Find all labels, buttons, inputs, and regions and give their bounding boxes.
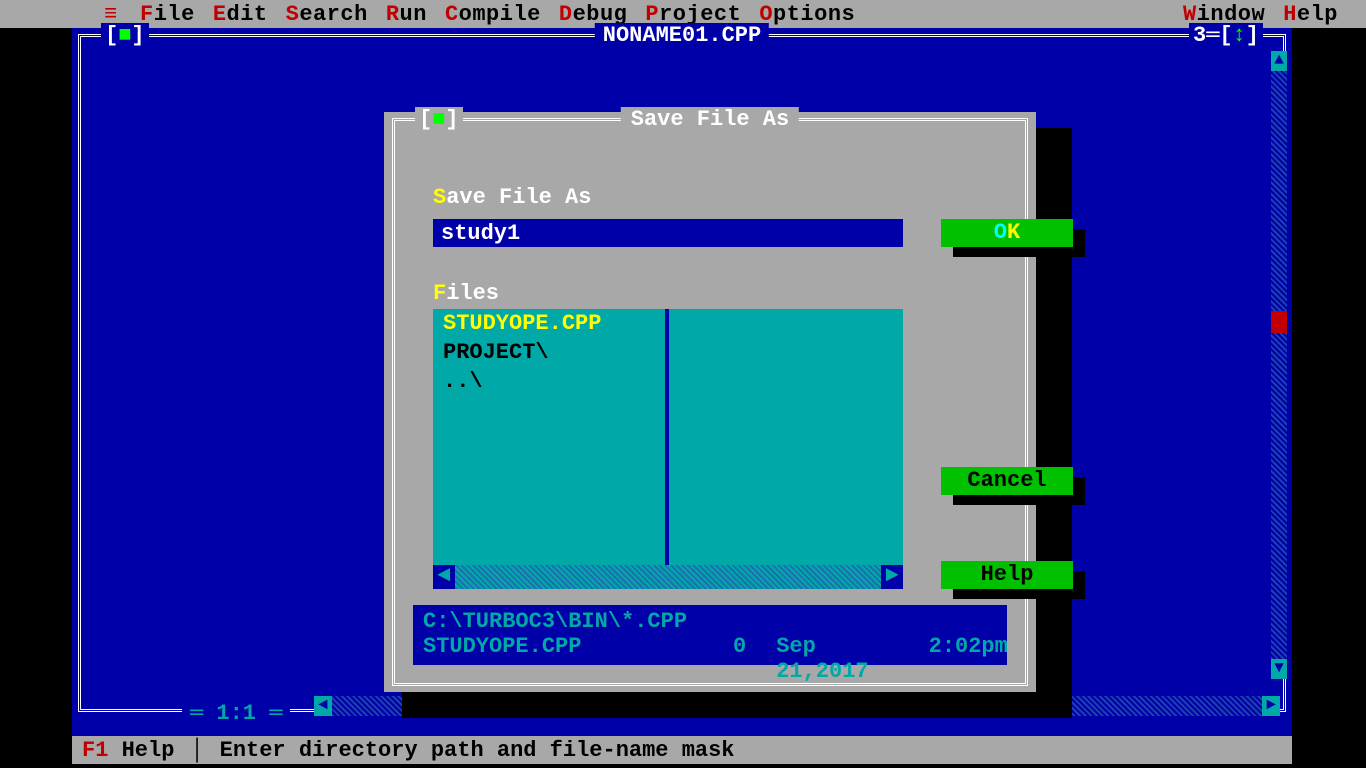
files-listbox[interactable]: STUDYOPE.CPP PROJECT\ ..\ ◄ ► <box>433 309 903 589</box>
cancel-button[interactable]: Cancel <box>941 467 1073 495</box>
ok-button[interactable]: OK <box>941 219 1073 247</box>
menu-help[interactable]: Help <box>1283 2 1338 27</box>
files-horizontal-scrollbar[interactable]: ◄ ► <box>433 565 903 589</box>
info-time: 2:02pm <box>929 634 1008 684</box>
status-bar: F1 Help │ Enter directory path and file-… <box>72 736 1292 764</box>
editor-title: NONAME01.CPP <box>595 23 769 48</box>
save-file-dialog: [■] Save File As Save File As study1 Fil… <box>384 112 1036 692</box>
dialog-close-icon[interactable]: [■] <box>415 107 463 132</box>
info-date: Sep 21,2017 <box>776 634 868 684</box>
menu-run[interactable]: Run <box>386 2 427 27</box>
menu-edit[interactable]: Edit <box>213 2 268 27</box>
files-label: Files <box>433 281 499 306</box>
info-path: C:\TURBOC3\BIN\*.CPP <box>423 609 997 634</box>
cursor-position: ═ 1:1 ═ <box>182 701 290 726</box>
scroll-down-icon[interactable]: ▼ <box>1271 659 1287 679</box>
desktop: [■] NONAME01.CPP 3═[↕] ▲ ▼ ═ 1:1 ═ ◄ ► [… <box>72 28 1292 736</box>
status-hotkey[interactable]: F1 Help <box>82 738 174 763</box>
menu-options[interactable]: Options <box>759 2 855 27</box>
scroll-up-icon[interactable]: ▲ <box>1271 51 1287 71</box>
menu-search[interactable]: Search <box>286 2 368 27</box>
scroll-thumb[interactable] <box>1271 311 1287 333</box>
list-column-divider <box>665 309 669 569</box>
editor-vertical-scrollbar[interactable]: ▲ ▼ <box>1271 71 1287 659</box>
dialog-title: Save File As <box>621 107 799 132</box>
filename-input[interactable]: study1 <box>433 219 903 247</box>
info-filename: STUDYOPE.CPP <box>423 634 703 684</box>
menu-compile[interactable]: Compile <box>445 2 541 27</box>
status-hint: Enter directory path and file-name mask <box>220 738 735 763</box>
scroll-left-icon[interactable]: ◄ <box>314 696 332 716</box>
scroll-left-icon[interactable]: ◄ <box>433 565 455 589</box>
editor-window-controls[interactable]: 3═[↕] <box>1189 23 1263 48</box>
editor-close-icon[interactable]: [■] <box>101 23 149 48</box>
scroll-right-icon[interactable]: ► <box>1262 696 1280 716</box>
info-size: 0 <box>733 634 746 684</box>
scroll-right-icon[interactable]: ► <box>881 565 903 589</box>
filename-label: Save File As <box>433 185 591 210</box>
help-button[interactable]: Help <box>941 561 1073 589</box>
file-info-panel: C:\TURBOC3\BIN\*.CPP STUDYOPE.CPP 0 Sep … <box>413 605 1007 665</box>
